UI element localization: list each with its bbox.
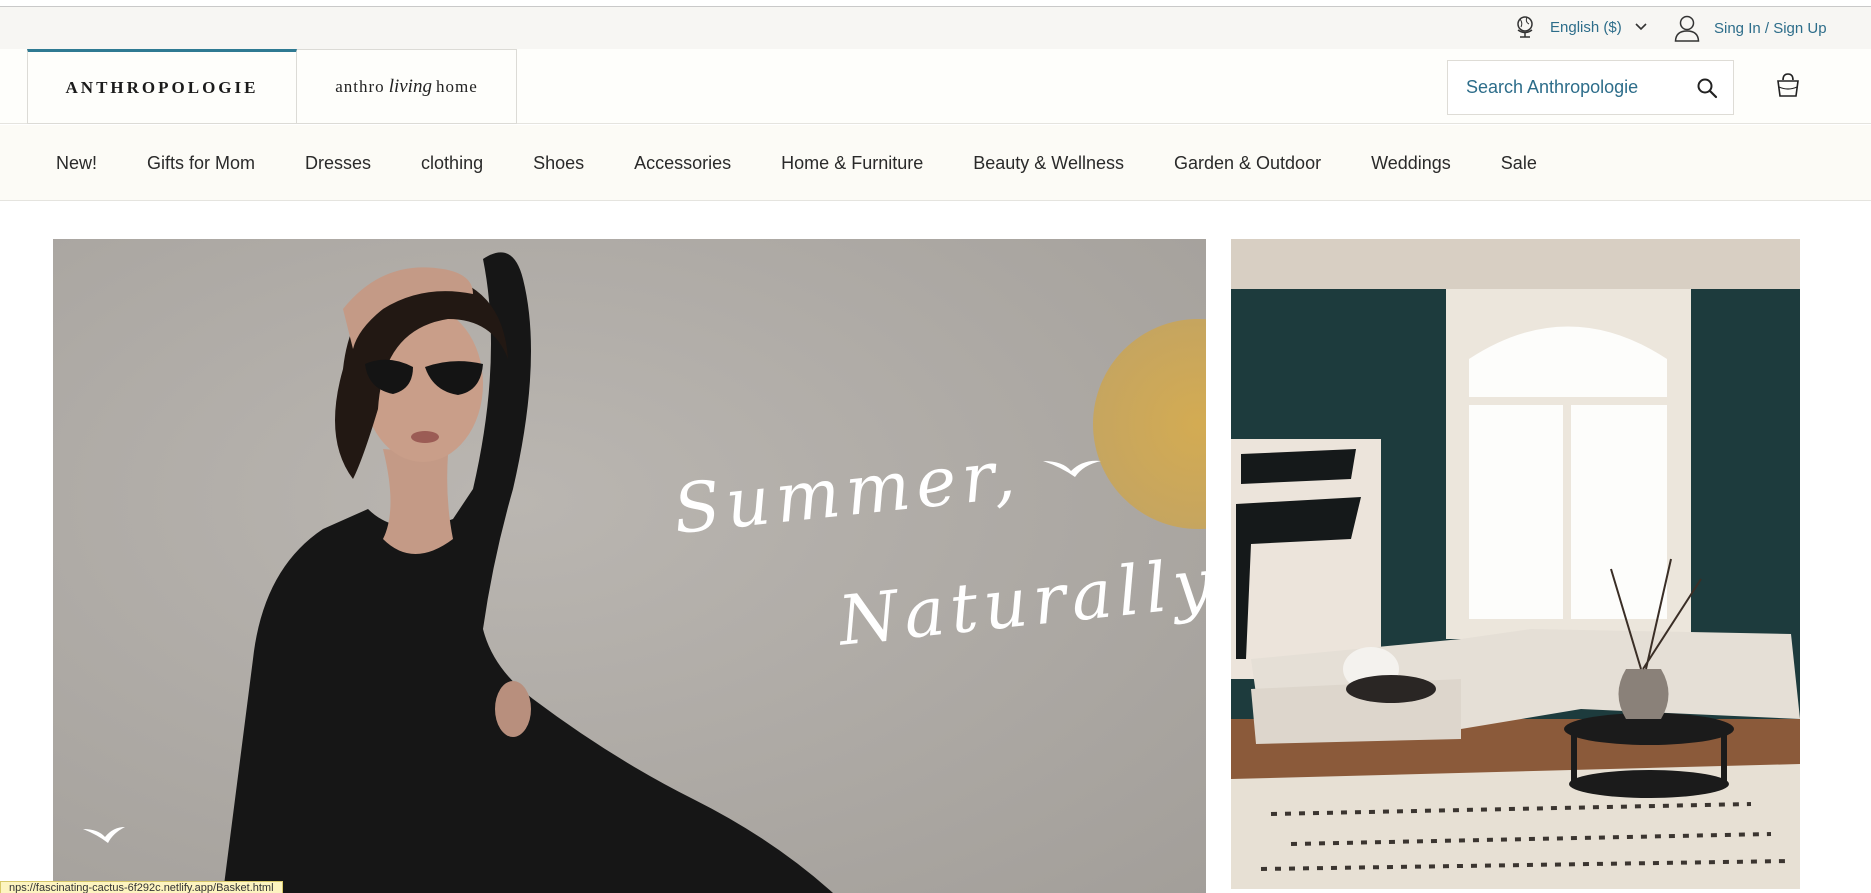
status-url-bar: nps://fascinating-cactus-6f292c.netlify.… bbox=[0, 881, 283, 893]
nav-item-shoes[interactable]: Shoes bbox=[533, 153, 584, 174]
hero-banner-fashion[interactable]: Summer, Naturally bbox=[53, 239, 1206, 893]
anthroliving-logo-right: home bbox=[435, 76, 478, 96]
nav-item-new[interactable]: New! bbox=[56, 153, 97, 174]
main-navigation: New! Gifts for Mom Dresses clothing Shoe… bbox=[0, 125, 1871, 201]
language-label: English ($) bbox=[1550, 18, 1622, 36]
globe-icon bbox=[1517, 16, 1533, 38]
nav-item-clothing[interactable]: clothing bbox=[421, 153, 483, 174]
nav-item-sale[interactable]: Sale bbox=[1501, 153, 1537, 174]
hero-banner-home[interactable] bbox=[1231, 239, 1800, 889]
language-selector[interactable]: English ($) bbox=[1514, 16, 1648, 38]
chevron-down-icon bbox=[1635, 23, 1647, 31]
shopping-bag-icon[interactable] bbox=[1775, 71, 1801, 99]
site-header: ANTHROPOLOGIE anthro living home bbox=[0, 49, 1871, 124]
nav-item-home-furniture[interactable]: Home & Furniture bbox=[781, 153, 923, 174]
nav-item-beauty-wellness[interactable]: Beauty & Wellness bbox=[973, 153, 1124, 174]
anthroliving-logo-left: anthro bbox=[335, 76, 385, 96]
anthroliving-logo-script: living bbox=[388, 75, 432, 97]
search-icon[interactable] bbox=[1696, 77, 1718, 99]
nav-item-dresses[interactable]: Dresses bbox=[305, 153, 371, 174]
nav-item-gifts-for-mom[interactable]: Gifts for Mom bbox=[147, 153, 255, 174]
nav-item-accessories[interactable]: Accessories bbox=[634, 153, 731, 174]
search-box[interactable] bbox=[1447, 60, 1734, 115]
nav-item-garden-outdoor[interactable]: Garden & Outdoor bbox=[1174, 153, 1321, 174]
nav-item-weddings[interactable]: Weddings bbox=[1371, 153, 1451, 174]
search-input[interactable] bbox=[1466, 61, 1686, 114]
sign-in-link[interactable]: Sing In / Sign Up bbox=[1674, 13, 1827, 43]
hero-home-image bbox=[1231, 239, 1800, 889]
anthropologie-logo[interactable]: ANTHROPOLOGIE bbox=[27, 49, 297, 124]
utility-bar: English ($) Sing In / Sign Up bbox=[0, 7, 1871, 49]
anthroliving-logo[interactable]: anthro living home bbox=[297, 49, 517, 124]
sign-in-label: Sing In / Sign Up bbox=[1714, 19, 1827, 37]
user-icon bbox=[1674, 15, 1700, 42]
